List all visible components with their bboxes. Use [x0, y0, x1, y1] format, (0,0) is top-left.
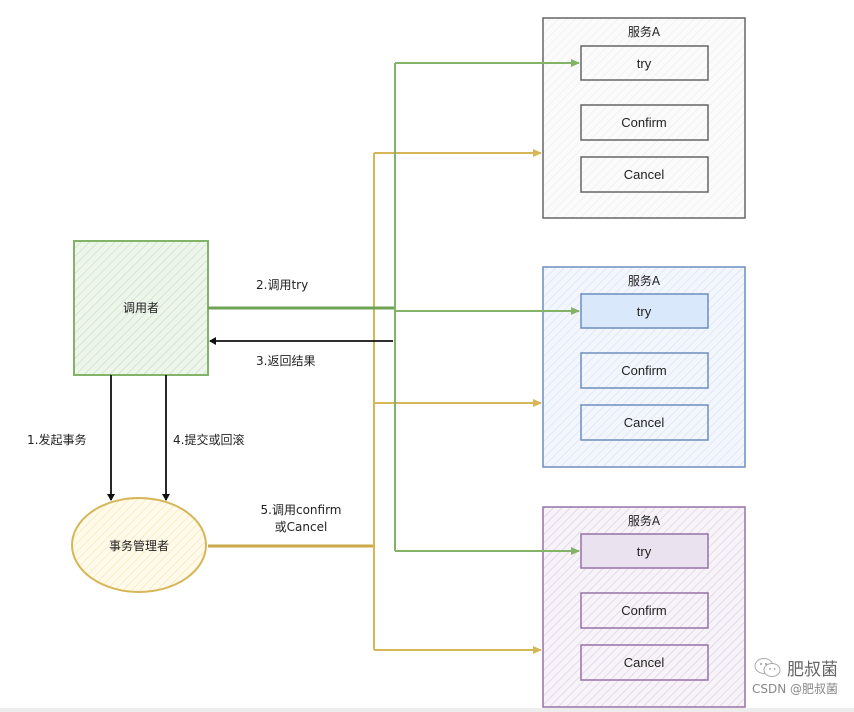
- service-title: 服务A: [628, 273, 661, 288]
- watermark: 肥叔菌 CSDN @肥叔菌: [752, 655, 838, 697]
- caller-node: 调用者: [73, 240, 209, 376]
- tx-manager-label: 事务管理者: [109, 538, 169, 553]
- op-confirm-label: Confirm: [621, 603, 667, 618]
- service-box-purple: 服务A try Confirm Cancel: [542, 506, 746, 708]
- service-title: 服务A: [628, 513, 661, 528]
- op-cancel-label: Cancel: [624, 167, 665, 182]
- label-start-tx: 1.发起事务: [27, 432, 86, 447]
- op-try-label: try: [637, 56, 652, 71]
- label-commit-rollback: 4.提交或回滚: [173, 432, 244, 447]
- confirm-cancel-edges: [208, 149, 542, 654]
- label-call-try: 2.调用try: [256, 278, 308, 292]
- service-box-gray: 服务A try Confirm Cancel: [542, 17, 746, 219]
- bottom-divider: [0, 708, 854, 712]
- wechat-icon: [754, 657, 781, 677]
- service-box-blue: 服务A try Confirm Cancel: [542, 266, 746, 468]
- op-cancel-label: Cancel: [624, 415, 665, 430]
- label-call-confirm-2: 或Cancel: [275, 520, 328, 534]
- op-confirm-label: Confirm: [621, 363, 667, 378]
- op-try-label: try: [637, 304, 652, 319]
- service-title: 服务A: [628, 24, 661, 39]
- caller-label: 调用者: [123, 301, 159, 315]
- op-try-label: try: [637, 544, 652, 559]
- label-return-result: 3.返回结果: [256, 354, 315, 368]
- label-call-confirm-1: 5.调用confirm: [261, 503, 342, 517]
- watermark-csdn: CSDN @肥叔菌: [751, 682, 838, 696]
- tx-manager-node: 事务管理者: [71, 497, 207, 593]
- tcc-diagram: 服务A try Confirm Cancel 服务A try Confirm C…: [27, 17, 746, 708]
- op-confirm-label: Confirm: [621, 115, 667, 130]
- op-cancel-label: Cancel: [624, 655, 665, 670]
- try-edges: [208, 59, 580, 555]
- watermark-name: 肥叔菌: [787, 660, 838, 680]
